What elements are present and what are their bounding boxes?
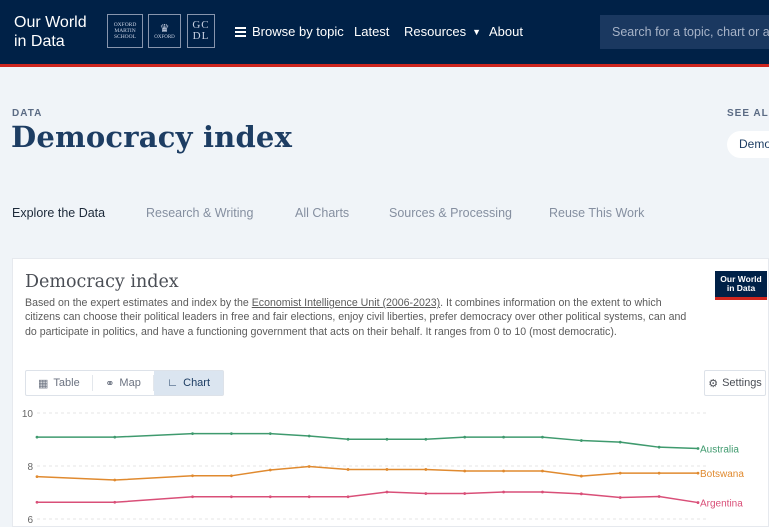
data-point-botswana[interactable] [696, 471, 700, 475]
tab-reuse-this-work[interactable]: Reuse This Work [549, 206, 644, 220]
series-label-argentina[interactable]: Argentina [700, 499, 743, 510]
page-title: Democracy index [11, 120, 293, 154]
menu-icon [235, 27, 246, 37]
data-point-botswana[interactable] [541, 469, 544, 473]
data-point-australia[interactable] [579, 439, 583, 442]
data-point-australia[interactable] [230, 432, 233, 436]
series-line-australia[interactable] [37, 432, 699, 450]
y-tick-label: 8 [27, 462, 33, 473]
series-label-botswana[interactable]: Botswana [700, 469, 744, 480]
data-point-argentina[interactable] [502, 490, 505, 494]
data-point-botswana[interactable] [346, 468, 350, 471]
data-point-botswana[interactable] [113, 478, 117, 482]
data-point-argentina[interactable] [657, 495, 661, 498]
data-point-argentina[interactable] [191, 495, 194, 499]
data-point-argentina[interactable] [618, 496, 622, 499]
table-tab[interactable]: ▦ Table [26, 371, 92, 395]
data-point-argentina[interactable] [230, 495, 233, 499]
gcdl-logo[interactable]: GC DL [187, 14, 215, 48]
chart-subtitle: Based on the expert estimates and index … [25, 297, 687, 338]
y-tick-label: 6 [27, 515, 33, 526]
data-point-botswana[interactable] [268, 468, 272, 472]
data-point-australia[interactable] [35, 435, 39, 439]
data-point-botswana[interactable] [657, 471, 661, 475]
data-point-australia[interactable] [113, 435, 117, 439]
data-point-argentina[interactable] [113, 500, 117, 504]
line-chart: 6 8 10 Australia Botswana Argentina [22, 409, 744, 526]
data-point-australia[interactable] [657, 445, 661, 449]
view-switcher: ▦ Table ⚭ Map ∟ Chart [25, 370, 224, 396]
nav-about-link[interactable]: About [489, 24, 523, 40]
line-chart-icon: ∟ [167, 377, 179, 389]
university-of-oxford-logo[interactable]: ♛ OXFORD [148, 14, 181, 48]
data-point-argentina[interactable] [307, 495, 311, 499]
data-point-australia[interactable] [618, 440, 622, 444]
tab-research-writing[interactable]: Research & Writing [146, 206, 253, 220]
see-all-label: SEE ALL [727, 108, 769, 119]
series-line-argentina[interactable] [37, 491, 699, 504]
tab-explore-the-data[interactable]: Explore the Data [12, 206, 105, 220]
data-point-botswana[interactable] [230, 474, 233, 478]
chart-card: Democracy index Our World in Data Based … [12, 258, 769, 527]
nav-resources-dropdown[interactable]: Resources ▼ [404, 24, 481, 40]
caret-down-icon: ▼ [472, 27, 482, 37]
data-point-argentina[interactable] [463, 492, 467, 495]
tab-all-charts[interactable]: All Charts [295, 206, 349, 220]
gear-icon: ⚙ [708, 377, 719, 390]
series-line-botswana[interactable] [36, 465, 698, 481]
top-navigation: Our World in Data OXFORD MARTIN SCHOOL ♛… [0, 0, 769, 64]
owid-chart-logo[interactable]: Our World in Data [715, 271, 767, 300]
browse-by-topic-button[interactable]: Browse by topic [235, 24, 344, 40]
data-point-australia[interactable] [463, 435, 467, 439]
tab-sources-processing[interactable]: Sources & Processing [389, 206, 512, 220]
search-input[interactable]: Search for a topic, chart or article... [600, 15, 769, 49]
globe-icon: ⚭ [105, 377, 115, 390]
chart-title: Democracy index [25, 272, 179, 292]
data-point-australia[interactable] [385, 437, 389, 441]
data-point-argentina[interactable] [35, 500, 39, 504]
data-point-argentina[interactable] [579, 492, 583, 496]
data-point-australia[interactable] [191, 432, 194, 436]
y-tick-label: 10 [22, 409, 34, 420]
map-tab[interactable]: ⚭ Map [93, 371, 154, 395]
data-point-australia[interactable] [696, 447, 700, 450]
settings-button[interactable]: ⚙ Settings [704, 370, 766, 396]
data-point-argentina[interactable] [541, 490, 544, 494]
data-point-argentina[interactable] [385, 490, 389, 494]
table-icon: ▦ [37, 377, 49, 390]
series-label-australia[interactable]: Australia [700, 445, 739, 456]
nav-accent-line [0, 64, 769, 67]
data-point-botswana[interactable] [502, 469, 505, 473]
data-point-argentina[interactable] [346, 495, 350, 499]
page-kicker: DATA [12, 108, 43, 119]
data-point-botswana[interactable] [307, 465, 311, 468]
owid-logo[interactable]: Our World in Data [14, 13, 87, 51]
crest-icon: ♛ [159, 23, 170, 35]
data-point-argentina[interactable] [696, 501, 700, 504]
data-point-australia[interactable] [541, 435, 544, 439]
data-point-australia[interactable] [346, 437, 350, 441]
data-point-botswana[interactable] [424, 468, 428, 471]
oxford-martin-school-logo[interactable]: OXFORD MARTIN SCHOOL [107, 14, 143, 48]
data-point-australia[interactable] [307, 434, 311, 438]
data-point-australia[interactable] [424, 437, 428, 441]
data-point-botswana[interactable] [463, 469, 467, 473]
chart-tab[interactable]: ∟ Chart [154, 371, 224, 395]
data-point-botswana[interactable] [191, 474, 194, 478]
data-point-australia[interactable] [502, 435, 505, 439]
source-link[interactable]: Economist Intelligence Unit (2006-2023) [252, 297, 440, 309]
nav-latest-link[interactable]: Latest [354, 24, 389, 40]
data-point-argentina[interactable] [268, 495, 272, 499]
data-point-botswana[interactable] [385, 468, 389, 471]
related-topic-pill[interactable]: Democ [727, 131, 769, 158]
data-point-botswana[interactable] [618, 471, 622, 475]
data-point-botswana[interactable] [579, 474, 583, 478]
data-point-botswana[interactable] [35, 475, 39, 478]
data-point-argentina[interactable] [424, 492, 428, 495]
data-point-australia[interactable] [268, 432, 272, 436]
